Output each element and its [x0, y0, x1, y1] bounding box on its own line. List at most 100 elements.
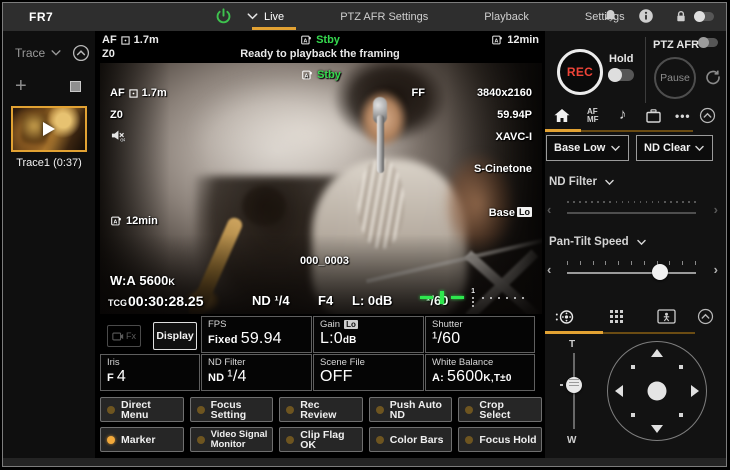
reset-icon[interactable]: [705, 69, 721, 85]
joystick-center[interactable]: [648, 382, 667, 401]
assign-button-video-signal-monitor[interactable]: Video Signal Monitor: [190, 427, 274, 452]
assign-lamp: [286, 436, 294, 444]
white-balance-cell[interactable]: White Balance A:5600K,T±0: [425, 354, 535, 391]
assign-button-focus-setting[interactable]: Focus Setting: [190, 397, 274, 422]
trace-thumbnail[interactable]: [11, 106, 87, 152]
panel-collapse-icon[interactable]: [699, 107, 716, 124]
ptz-afr-toggle[interactable]: [698, 38, 718, 47]
assign-lamp: [286, 406, 294, 414]
control-panel: REC Hold PTZ AFR Pause AFMF ♪: [545, 31, 726, 458]
gain-overlay: L: 0dB: [352, 293, 392, 308]
focus-level-indicator: [420, 296, 433, 299]
stby-label: Stby: [316, 34, 340, 46]
more-tab-icon[interactable]: •••: [675, 109, 691, 123]
wide-label: W: [567, 435, 576, 446]
display-button[interactable]: Display: [153, 322, 197, 350]
slider-decrease-icon[interactable]: ‹: [547, 202, 551, 217]
video-media-remaining: A 12min: [110, 215, 158, 227]
base-lo-badge: Lo: [517, 207, 532, 217]
assign-lamp: [197, 406, 205, 414]
rec-hold-toggle[interactable]: [608, 69, 634, 81]
tele-label: T: [569, 339, 575, 350]
tab-indicator-track: [603, 332, 695, 334]
assign-button-marker[interactable]: Marker: [100, 427, 184, 452]
shutter-cell[interactable]: Shutter ¹/60: [425, 316, 535, 353]
nd-filter-section-label[interactable]: ND Filter: [549, 176, 615, 188]
lock-toggle[interactable]: [694, 12, 714, 21]
slider-increase-icon[interactable]: ›: [714, 262, 718, 277]
white-balance-overlay: W:A 5600K: [110, 273, 175, 288]
power-icon[interactable]: [215, 8, 232, 25]
chevron-down-icon: [610, 143, 621, 154]
preset-grid-tab-icon[interactable]: [609, 309, 624, 324]
add-trace-button[interactable]: +: [15, 80, 27, 92]
af-mf-tab[interactable]: AFMF: [587, 108, 599, 124]
resolution-label: 3840x2160: [477, 87, 532, 99]
pan-right-icon[interactable]: [691, 385, 699, 397]
panel-collapse-icon[interactable]: [697, 308, 714, 325]
zoom-knob[interactable]: [566, 377, 582, 393]
tilt-down-icon[interactable]: [651, 425, 663, 433]
framing-tab-icon[interactable]: [657, 309, 676, 324]
tab-ptz-afr-settings[interactable]: PTZ AFR Settings: [334, 4, 434, 30]
assign-button-crop-select[interactable]: Crop Select: [458, 397, 542, 422]
slider-decrease-icon[interactable]: ‹: [547, 262, 551, 277]
zoom-position-tick: [560, 384, 563, 386]
main-tabs: Live PTZ AFR Settings Playback Settings: [258, 3, 631, 31]
tab-playback[interactable]: Playback: [478, 4, 535, 30]
assignable-buttons: Direct Menu Focus Setting Rec Review Pus…: [100, 397, 542, 452]
power-group: [215, 8, 259, 25]
timecode-overlay: TCG00:30:28.25: [108, 293, 204, 309]
home-tab-icon[interactable]: [553, 107, 571, 124]
pan-tilt-joystick[interactable]: [607, 341, 707, 441]
tab-live[interactable]: Live: [258, 4, 290, 30]
slider-increase-icon[interactable]: ›: [714, 202, 718, 217]
trace-chevron-down-icon[interactable]: [50, 47, 62, 59]
audio-tab-icon[interactable]: ♪: [619, 107, 627, 123]
iris-cell[interactable]: Iris F4: [100, 354, 200, 391]
assign-button-push-auto-nd[interactable]: Push Auto ND: [369, 397, 453, 422]
ptz-mode-tabs: [545, 307, 716, 331]
audio-channel-label: 1: [471, 288, 475, 295]
gain-lo-badge: Lo: [344, 320, 358, 329]
assign-lamp: [107, 406, 115, 414]
pause-button[interactable]: Pause: [654, 57, 696, 99]
notification-bell-icon[interactable]: [603, 8, 618, 24]
video-zoom-position: Z0: [110, 109, 123, 121]
focus-sensor-mode: FF: [412, 87, 425, 99]
pan-tilt-speed-knob[interactable]: [652, 264, 668, 280]
gain-cell[interactable]: GainLo L:0dB: [313, 316, 424, 353]
pan-tilt-speed-section-label[interactable]: Pan-Tilt Speed: [549, 236, 647, 248]
svg-text:A: A: [304, 74, 308, 80]
assign-button-rec-review[interactable]: Rec Review: [279, 397, 363, 422]
record-status: A Stby: [95, 34, 545, 49]
trace-item-label: Trace1 (0:37): [3, 157, 95, 169]
media-slot-icon: A: [300, 34, 312, 46]
tab-indicator-track: [581, 130, 693, 132]
pan-left-icon[interactable]: [615, 385, 623, 397]
monitor-status-bar: AF 1.7m Z0 A Stby Ready to playback th: [95, 31, 545, 63]
fx-disabled-icon: Fx: [107, 325, 141, 347]
assign-button-direct-menu[interactable]: Direct Menu: [100, 397, 184, 422]
rec-button[interactable]: REC: [557, 49, 603, 95]
sidebar-collapse-icon[interactable]: [72, 44, 90, 62]
svg-text:A: A: [113, 220, 117, 226]
stop-trace-button[interactable]: [70, 81, 81, 92]
assign-button-focus-hold[interactable]: Focus Hold: [458, 427, 542, 452]
assign-button-color-bars[interactable]: Color Bars: [369, 427, 453, 452]
control-tabs: AFMF ♪ •••: [545, 107, 716, 129]
tilt-up-icon[interactable]: [651, 349, 663, 357]
media-icon: A: [491, 34, 503, 46]
trace-section-label: Trace: [15, 46, 45, 60]
fps-cell[interactable]: FPS Fixed59.94: [201, 316, 312, 353]
info-icon[interactable]: [638, 8, 654, 24]
joystick-tab-icon[interactable]: [555, 309, 575, 325]
live-video-feed[interactable]: A Stby AF 1.7m Z0 OFF FF 3840x2160: [100, 63, 542, 314]
svg-text:A: A: [303, 39, 307, 45]
assign-button-clip-flag-ok[interactable]: Clip Flag OK: [279, 427, 363, 452]
scene-file-cell[interactable]: Scene File OFF: [313, 354, 424, 391]
base-sensitivity-select[interactable]: Base Low: [546, 135, 629, 161]
nd-filter-cell[interactable]: ND Filter ND¹/4: [201, 354, 312, 391]
clip-tab-icon[interactable]: [645, 108, 662, 124]
nd-preset-select[interactable]: ND Clear: [636, 135, 713, 161]
